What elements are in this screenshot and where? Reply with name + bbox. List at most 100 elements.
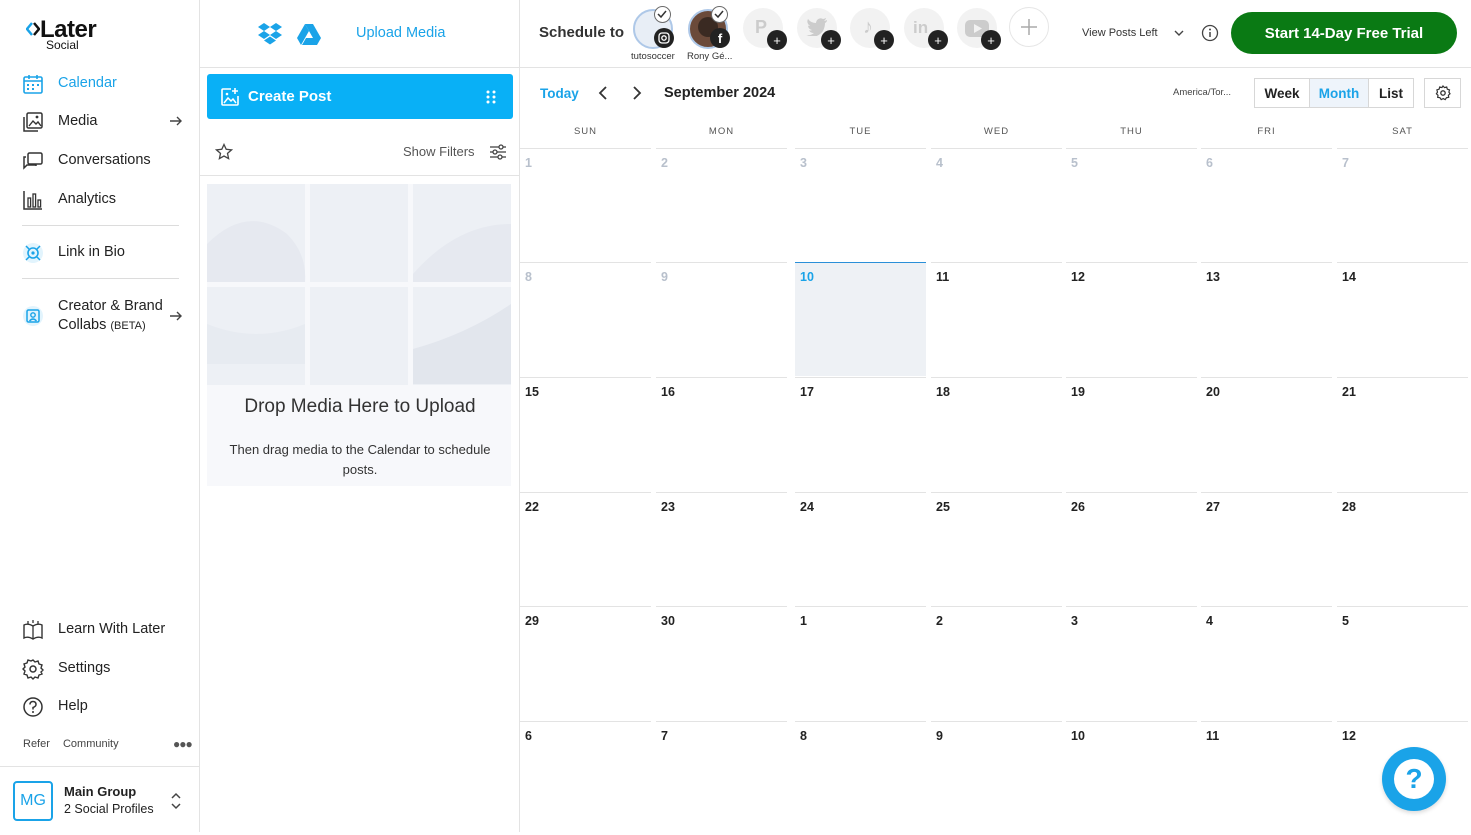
add-profile-button[interactable] [1009,7,1049,47]
calendar-day-cell[interactable]: 26 [1066,492,1197,606]
calendar-day-cell[interactable]: 4 [931,148,1062,262]
day-number: 23 [661,500,675,514]
calendar-day-cell[interactable]: 16 [656,377,787,491]
add-twitter-button[interactable]: + [797,8,841,50]
month-calendar: SUN MON TUE WED THU FRI SAT 1 2 3 4 5 6 7 8 9 10 11 12 13 1… [520,120,1471,832]
chevron-right-icon[interactable] [630,85,644,101]
calendar-day-cell[interactable]: 6 [1201,148,1332,262]
info-icon[interactable] [1201,24,1219,42]
calendar-settings-button[interactable] [1424,78,1461,108]
calendar-day-cell[interactable]: 8 [795,721,926,835]
calendar-day-cell[interactable]: 3 [795,148,926,262]
sidebar-item-settings[interactable]: Settings [0,650,200,686]
calendar-day-cell[interactable]: 1 [795,606,926,720]
calendar-day-cell[interactable]: 30 [656,606,787,720]
calendar-day-cell[interactable]: 10 [1066,721,1197,835]
calendar-day-cell[interactable]: 7 [656,721,787,835]
later-logo-icon [26,22,40,36]
sidebar-item-conversations[interactable]: Conversations [0,142,200,178]
calendar-day-cell[interactable]: 5 [1337,606,1468,720]
calendar-day-cell[interactable]: 13 [1201,262,1332,376]
add-pinterest-button[interactable]: P + [743,8,787,50]
question-icon: ? [1394,759,1434,799]
calendar-day-cell[interactable]: 25 [931,492,1062,606]
day-number: 15 [525,385,539,399]
filter-sliders-icon[interactable] [489,143,507,161]
account-instagram[interactable] [631,6,679,54]
dropbox-icon[interactable] [257,22,283,46]
tab-week[interactable]: Week [1254,78,1310,108]
calendar-day-cell[interactable]: 19 [1066,377,1197,491]
calendar-day-cell[interactable]: 5 [1066,148,1197,262]
sidebar-item-link-in-bio[interactable]: Link in Bio [0,234,200,270]
tab-month[interactable]: Month [1309,78,1369,108]
today-button[interactable]: Today [540,86,579,101]
calendar-day-cell[interactable]: 9 [931,721,1062,835]
calendar-day-cell[interactable]: 2 [931,606,1062,720]
calendar-day-cell[interactable]: 4 [1201,606,1332,720]
calendar-day-cell[interactable]: 22 [520,492,651,606]
media-icon [23,112,43,132]
group-switcher[interactable]: MG Main Group 2 Social Profiles [0,766,199,832]
calendar-day-cell[interactable]: 23 [656,492,787,606]
help-chat-button[interactable]: ? [1382,747,1446,811]
create-post-button[interactable]: Create Post [207,74,513,119]
sidebar-item-label: Help [58,698,88,714]
calendar-day-cell[interactable]: 1 [520,148,651,262]
add-tiktok-button[interactable]: ♪ + [850,8,894,50]
add-linkedin-button[interactable]: in + [904,8,948,50]
start-free-trial-button[interactable]: Start 14-Day Free Trial [1231,12,1457,54]
view-posts-left-dropdown[interactable]: View Posts Left [1082,27,1158,39]
upload-media-link[interactable]: Upload Media [356,25,445,41]
calendar-day-cell[interactable]: 29 [520,606,651,720]
sidebar-item-label: Link in Bio [58,244,125,260]
drag-handle-icon[interactable] [485,90,497,104]
calendar-day-cell[interactable]: 18 [931,377,1062,491]
footer-links: Refer Community [23,738,129,750]
calendar-day-cell[interactable]: 12 [1066,262,1197,376]
day-number: 1 [800,614,807,628]
chevron-down-icon[interactable] [1173,27,1185,39]
sidebar-item-creator-collabs[interactable]: Creator & Brand Collabs (BETA) [0,296,200,336]
calendar-day-cell[interactable]: 2 [656,148,787,262]
calendar-day-cell[interactable]: 21 [1337,377,1468,491]
calendar-day-cell[interactable]: 24 [795,492,926,606]
calendar-day-cell[interactable]: 11 [931,262,1062,376]
day-of-week-label: THU [1120,126,1143,137]
google-drive-icon[interactable] [296,23,322,46]
calendar-day-cell[interactable]: 17 [795,377,926,491]
sidebar-item-help[interactable]: Help [0,688,200,724]
calendar-day-cell[interactable]: 27 [1201,492,1332,606]
calendar-day-cell-today[interactable]: 10 [795,262,926,376]
calendar-day-cell[interactable]: 6 [520,721,651,835]
tab-list[interactable]: List [1368,78,1414,108]
star-icon[interactable] [215,143,233,161]
dropzone-subtitle: Then drag media to the Calendar to sched… [229,442,491,477]
calendar-day-cell[interactable]: 20 [1201,377,1332,491]
more-icon[interactable]: ●●● [173,737,193,751]
calendar-day-cell[interactable]: 7 [1337,148,1468,262]
sidebar-item-analytics[interactable]: Analytics [0,181,200,217]
add-youtube-button[interactable]: + [957,8,1001,50]
account-facebook[interactable]: f [686,6,734,54]
refer-link[interactable]: Refer [23,738,50,750]
calendar-day-cell[interactable]: 14 [1337,262,1468,376]
sidebar-item-learn[interactable]: Learn With Later [0,611,200,647]
show-filters-button[interactable]: Show Filters [403,144,475,159]
arrow-right-icon [170,311,182,321]
community-link[interactable]: Community [63,738,119,750]
calendar-day-cell[interactable]: 11 [1201,721,1332,835]
sidebar-item-media[interactable]: Media [0,103,200,139]
chevron-left-icon[interactable] [596,85,610,101]
link-in-bio-icon [23,243,43,263]
day-number: 10 [1071,729,1085,743]
account-name: tutosoccer [631,51,675,62]
calendar-day-cell[interactable]: 8 [520,262,651,376]
calendar-day-cell[interactable]: 15 [520,377,651,491]
calendar-day-cell[interactable]: 3 [1066,606,1197,720]
day-number: 14 [1342,270,1356,284]
calendar-day-cell[interactable]: 28 [1337,492,1468,606]
timezone-selector[interactable]: America/Tor... [1173,87,1231,98]
calendar-day-cell[interactable]: 9 [656,262,787,376]
sidebar-item-calendar[interactable]: Calendar [0,65,200,101]
